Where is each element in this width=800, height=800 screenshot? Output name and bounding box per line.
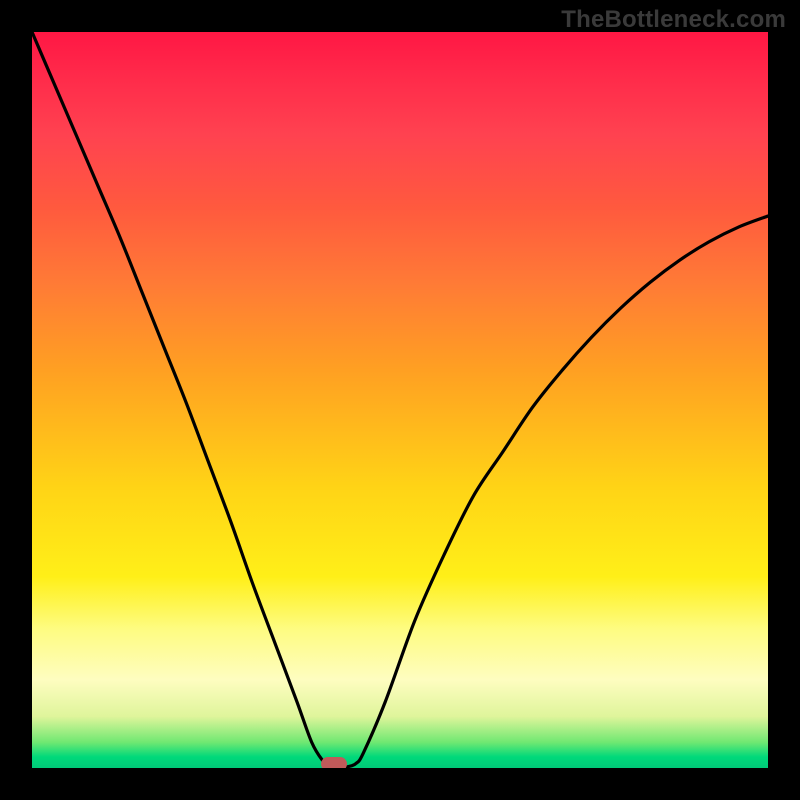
watermark-text: TheBottleneck.com: [561, 6, 786, 34]
optimal-point-marker: [321, 757, 347, 768]
plot-area: [32, 32, 768, 768]
curve-svg: [32, 32, 768, 768]
chart-frame: TheBottleneck.com: [0, 0, 800, 800]
bottleneck-curve: [32, 32, 768, 767]
